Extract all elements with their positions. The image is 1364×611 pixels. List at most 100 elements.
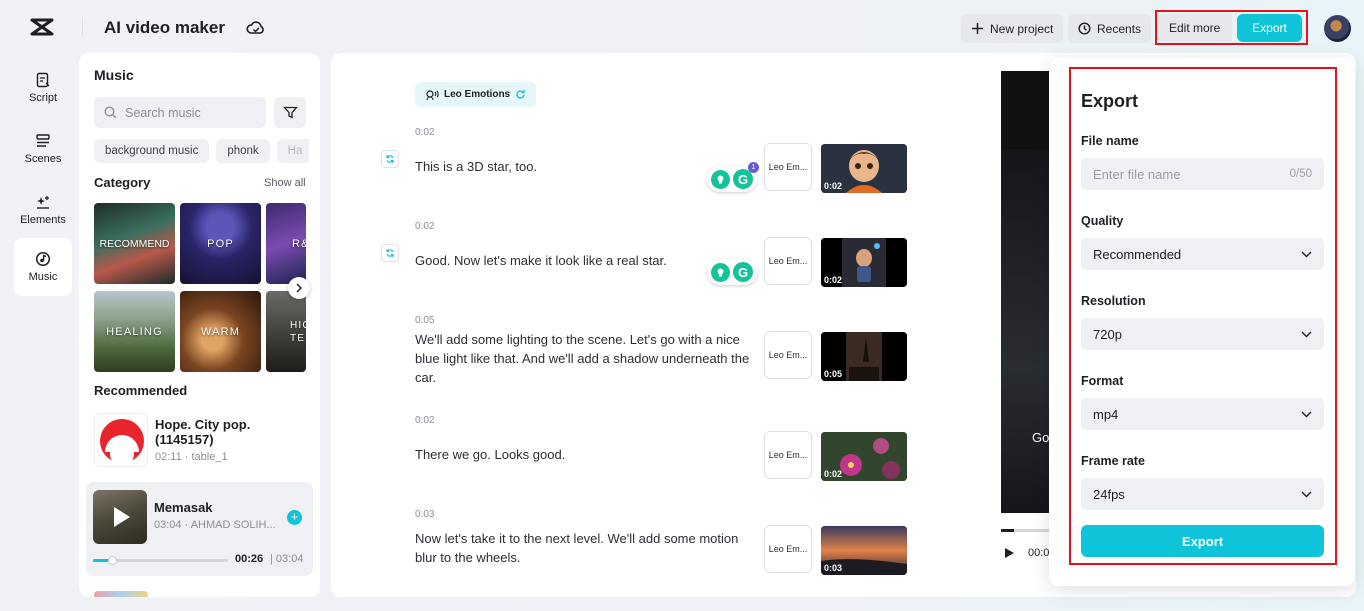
quality-value: Recommended	[1093, 247, 1181, 262]
play-icon[interactable]	[93, 490, 147, 544]
export-dialog-title: Export	[1081, 91, 1138, 112]
category-tile-label: HIG TEM	[290, 319, 306, 345]
rail-item-script[interactable]: Script	[14, 59, 72, 117]
grammarly-widget[interactable]: G 1	[707, 166, 757, 192]
track-item-playing[interactable]: Memasak 03:04 · AHMAD SOLIH... + 00:26 |…	[86, 482, 313, 576]
segment-thumbnail[interactable]: 0:02	[821, 432, 907, 481]
file-name-label: File name	[1081, 134, 1139, 148]
edit-more-button[interactable]: Edit more	[1157, 14, 1232, 42]
voice-icon	[425, 89, 439, 101]
segment-thumbnail[interactable]: 0:03	[821, 526, 907, 575]
filter-icon	[283, 105, 298, 120]
chevron-down-icon	[1301, 251, 1312, 258]
grammarly-badge: 1	[748, 162, 759, 173]
segment-duration: 0:05	[824, 369, 842, 379]
segment-voice-button[interactable]: Leo Em...	[764, 431, 812, 479]
category-tile-label: HEALING	[106, 326, 163, 338]
show-all-link[interactable]: Show all	[264, 177, 306, 189]
segment-voice-button[interactable]: Leo Em...	[764, 525, 812, 573]
rail-item-elements[interactable]: Elements	[14, 181, 72, 239]
music-search[interactable]	[94, 97, 266, 128]
track-progress-knob[interactable]	[108, 556, 117, 565]
rail-label-script: Script	[29, 92, 57, 104]
segment-voice-button[interactable]: Leo Em...	[764, 331, 812, 379]
resolution-select[interactable]: 720p	[1081, 318, 1324, 350]
recommended-label: Recommended	[94, 383, 187, 398]
category-tile-label: POP	[207, 238, 234, 250]
segment-text[interactable]: Good. Now let's make it look like a real…	[415, 251, 755, 270]
bulb-icon	[711, 263, 730, 282]
category-next-button[interactable]	[288, 277, 310, 299]
filter-button[interactable]	[274, 97, 306, 128]
file-name-field[interactable]: Enter file name 0/50	[1081, 158, 1324, 190]
category-tile-label: R&	[292, 238, 306, 250]
format-select[interactable]: mp4	[1081, 398, 1324, 430]
preview-caption: Go	[1032, 430, 1049, 445]
chip-phonk[interactable]: phonk	[216, 139, 269, 163]
export-button[interactable]: Export	[1081, 525, 1324, 557]
rail-item-music[interactable]: Music	[14, 238, 72, 296]
file-name-placeholder: Enter file name	[1093, 167, 1180, 182]
resolution-value: 720p	[1093, 327, 1122, 342]
quality-label: Quality	[1081, 214, 1123, 228]
frame-rate-select[interactable]: 24fps	[1081, 478, 1324, 510]
track-item[interactable]: Hope. City pop. (1145157) 02:11 · table_…	[94, 413, 309, 467]
voice-chip[interactable]: Leo Emotions	[415, 82, 536, 107]
frame-rate-label: Frame rate	[1081, 454, 1145, 468]
category-tile-high-tempo[interactable]: HIG TEM	[266, 291, 306, 372]
category-tile-healing[interactable]: HEALING	[94, 291, 175, 372]
track-progress-bar[interactable]	[93, 559, 228, 562]
capcut-logo-icon[interactable]	[29, 16, 55, 38]
chip-partial[interactable]: Ha	[277, 139, 309, 163]
music-panel-title: Music	[94, 67, 134, 83]
track-cover-art	[95, 414, 148, 467]
segment-thumbnail[interactable]: 0:02	[821, 238, 907, 287]
quality-select[interactable]: Recommended	[1081, 238, 1324, 270]
rail-item-scenes[interactable]: Scenes	[14, 120, 72, 178]
music-search-input[interactable]	[125, 106, 255, 120]
scenes-icon	[35, 133, 51, 149]
track-thumbnail	[93, 490, 147, 544]
segment-time: 0:05	[415, 315, 434, 326]
segment-text[interactable]: There we go. Looks good.	[415, 445, 755, 464]
music-icon	[35, 251, 51, 267]
segment-text[interactable]: This is a 3D star, too.	[415, 157, 755, 176]
segment-refresh-button[interactable]	[381, 150, 399, 168]
category-tile-recommend[interactable]: RECOMMEND	[94, 203, 175, 284]
segment-duration: 0:02	[824, 181, 842, 191]
category-tile-label: RECOMMEND	[100, 238, 170, 250]
music-chips: background music phonk Ha	[94, 139, 309, 163]
divider	[82, 17, 83, 37]
refresh-icon	[385, 248, 395, 258]
segment-text[interactable]: Now let's take it to the next level. We'…	[415, 529, 755, 567]
segment-text[interactable]: We'll add some lighting to the scene. Le…	[415, 330, 755, 387]
segment-refresh-button[interactable]	[381, 244, 399, 262]
category-tile-pop[interactable]: POP	[180, 203, 261, 284]
segment-voice-button[interactable]: Leo Em...	[764, 143, 812, 191]
segment-thumbnail[interactable]: 0:05	[821, 332, 907, 381]
segment-voice-button[interactable]: Leo Em...	[764, 237, 812, 285]
clock-icon	[1078, 22, 1091, 35]
cloud-icon[interactable]	[246, 19, 266, 37]
add-track-button[interactable]: +	[287, 510, 302, 525]
track-title: Memasak	[154, 500, 213, 515]
new-project-label: New project	[990, 22, 1053, 36]
grammarly-icon: G	[733, 262, 753, 282]
chevron-down-icon	[1301, 491, 1312, 498]
format-label: Format	[1081, 374, 1123, 388]
bulb-icon	[711, 170, 730, 189]
chip-background-music[interactable]: background music	[94, 139, 209, 163]
grammarly-widget[interactable]: G	[707, 259, 757, 285]
play-icon[interactable]	[1003, 547, 1015, 559]
avatar[interactable]	[1324, 15, 1351, 42]
recents-button[interactable]: Recents	[1068, 14, 1151, 43]
script-icon	[35, 72, 51, 88]
track-title: Hope. City pop. (1145157)	[155, 417, 309, 447]
category-tile-rnb[interactable]: R&	[266, 203, 306, 284]
voice-chip-label: Leo Emotions	[444, 89, 510, 100]
music-panel: Music background music phonk Ha Category…	[79, 53, 320, 597]
segment-thumbnail[interactable]: 0:02	[821, 144, 907, 193]
export-top-button[interactable]: Export	[1237, 14, 1302, 42]
new-project-button[interactable]: New project	[961, 14, 1063, 43]
category-tile-warm[interactable]: WARM	[180, 291, 261, 372]
